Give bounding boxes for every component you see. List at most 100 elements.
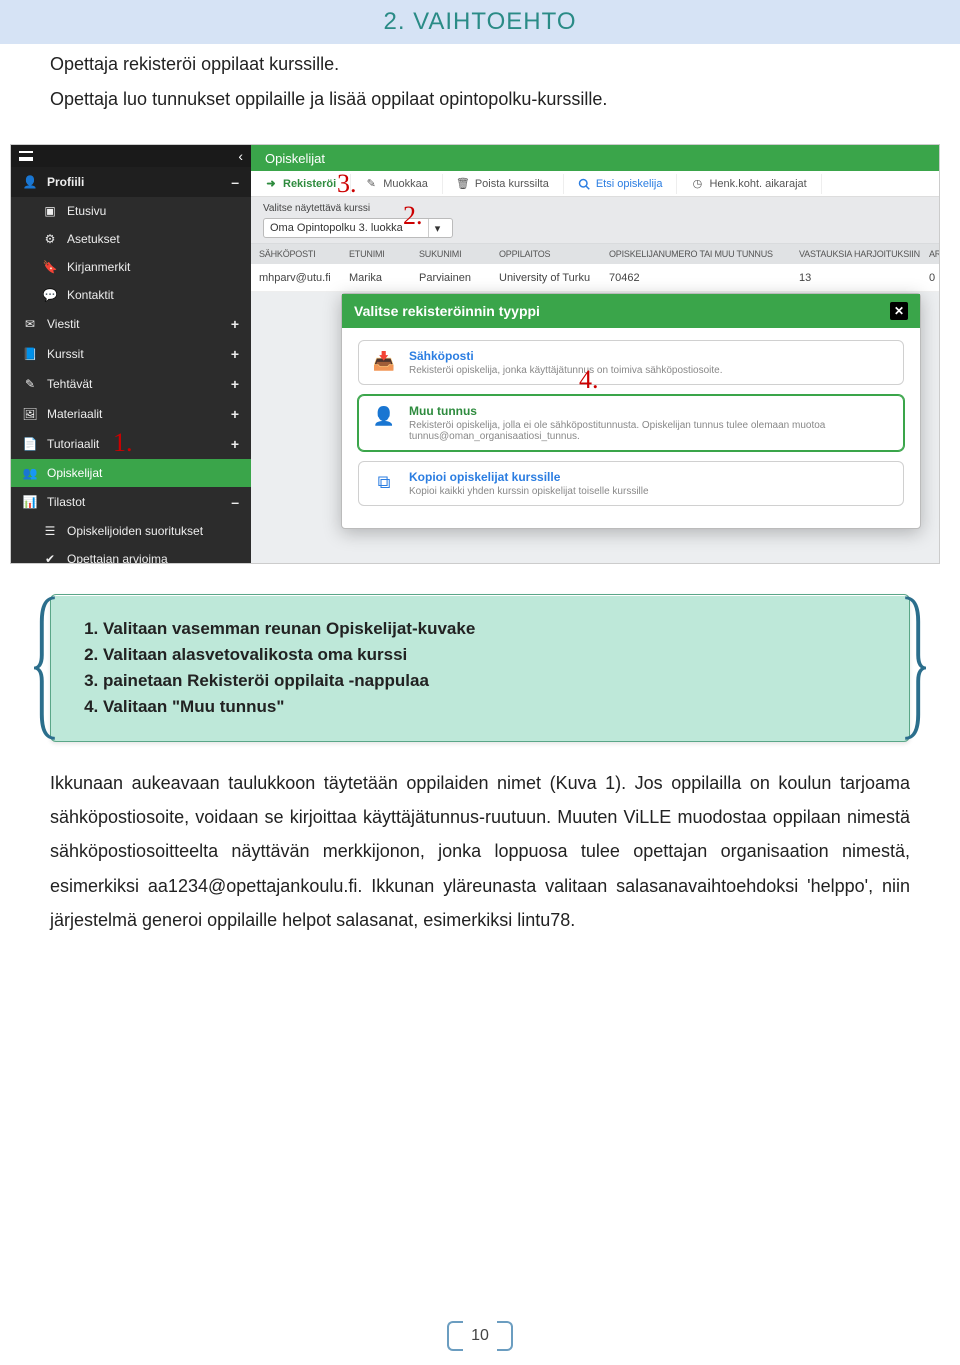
schedule-label: Henk.koht. aikarajat	[709, 178, 806, 190]
sidebar-item-kirjanmerkit[interactable]: 🔖Kirjanmerkit	[11, 253, 251, 281]
screenshot-figure: ‹ 👤 Profiili – ▣Etusivu ⚙ Asetukset 🔖Kirjanmer…	[10, 144, 940, 564]
sidebar-item-kurssit[interactable]: 📘 Kurssit +	[11, 339, 251, 369]
sidebar-item-label: Asetukset	[67, 232, 120, 246]
modal-close-button[interactable]: ✕	[890, 302, 908, 320]
step-2: Valitaan alasvetovalikosta oma kurssi	[103, 645, 881, 665]
option-email[interactable]: 📥 Sähköposti Rekisteröi opiskelija, jonk…	[358, 340, 904, 385]
option-other-id[interactable]: 👤 Muu tunnus Rekisteröi opiskelija, joll…	[358, 395, 904, 451]
schedule-button[interactable]: ◷ Henk.koht. aikarajat	[677, 174, 821, 194]
cell-last: Parviainen	[419, 272, 499, 284]
sidebar-item-label: Profiili	[47, 175, 84, 189]
steps-callout: Valitaan vasemman reunan Opiskelijat-kuv…	[50, 594, 910, 742]
table-header-row: SÄHKÖPOSTI ETUNIMI SUKUNIMI OPPILAITOS O…	[251, 244, 939, 264]
modal-header: Valitse rekisteröinnin tyyppi ✕	[342, 294, 920, 328]
expand-collapse-icon[interactable]: –	[231, 494, 239, 510]
modal-title: Valitse rekisteröinnin tyyppi	[354, 303, 540, 319]
course-select-value: Oma Opintopolku 3. luokka	[270, 222, 403, 234]
course-select-area: Valitse näytettävä kurssi Oma Opintopolk…	[251, 197, 939, 243]
book-icon: 📘	[23, 347, 37, 361]
modal-body: 📥 Sähköposti Rekisteröi opiskelija, jonk…	[342, 328, 920, 528]
course-select-label: Valitse näytettävä kurssi	[263, 203, 927, 214]
list-icon: ☰	[43, 524, 57, 538]
body-paragraph: Ikkunaan aukeavaan taulukkoon täytetään …	[0, 766, 960, 937]
sidebar-item-label: Kurssit	[47, 347, 84, 361]
option-email-desc: Rekisteröi opiskelija, jonka käyttäjätun…	[409, 365, 723, 376]
remove-button[interactable]: 🗑 Poista kurssilta	[443, 174, 564, 194]
col-email: SÄHKÖPOSTI	[259, 249, 349, 259]
section-heading: 2. VAIHTOEHTO	[383, 8, 576, 35]
left-brace-icon	[34, 594, 60, 742]
step-4: Valitaan "Muu tunnus"	[103, 697, 881, 717]
sidebar-item-asetukset[interactable]: ⚙ Asetukset	[11, 225, 251, 253]
sidebar-item-tilastot[interactable]: 📊Tilastot–	[11, 487, 251, 517]
dropdown-caret-icon: ▾	[428, 219, 446, 237]
page-number-wrap: 10	[0, 1327, 960, 1345]
user-icon: 👤	[23, 175, 37, 189]
expand-collapse-icon[interactable]: +	[231, 376, 239, 392]
students-table: SÄHKÖPOSTI ETUNIMI SUKUNIMI OPPILAITOS O…	[251, 243, 939, 292]
sidebar-item-label: Opiskelijoiden suoritukset	[67, 524, 203, 538]
mail-icon: ✉	[23, 317, 37, 331]
section-heading-banner: 2. VAIHTOEHTO	[0, 0, 960, 44]
option-copy-title: Kopioi opiskelijat kurssille	[409, 470, 649, 484]
expand-collapse-icon[interactable]: +	[231, 436, 239, 452]
intro-line1: Opettaja rekisteröi oppilaat kurssille.	[50, 54, 910, 75]
sidebar-item-label: Kontaktit	[67, 288, 114, 302]
sidebar-item-label: Opiskelijat	[47, 466, 102, 480]
sidebar-item-label: Tutoriaalit	[47, 437, 99, 451]
search-button[interactable]: Etsi opiskelija	[564, 174, 678, 194]
hamburger-icon[interactable]	[19, 151, 33, 161]
sidebar-item-viestit[interactable]: ✉Viestit+	[11, 309, 251, 339]
sidebar-item-tehtävät[interactable]: ✎Tehtävät+	[11, 369, 251, 399]
option-copy-desc: Kopioi kaikki yhden kurssin opiskelijat …	[409, 486, 649, 497]
register-icon: ➜	[265, 178, 277, 190]
sidebar-item-label: Etusivu	[67, 204, 106, 218]
sidebar-item-label: Tilastot	[47, 495, 85, 509]
expand-collapse-icon[interactable]: +	[231, 406, 239, 422]
option-other-title: Muu tunnus	[409, 404, 891, 418]
window-topbar: ‹	[11, 145, 251, 167]
content-header: Opiskelijat	[251, 145, 939, 171]
sidebar-item-label: Materiaalit	[47, 407, 102, 421]
option-email-title: Sähköposti	[409, 349, 723, 363]
sidebar-item-materiaalit[interactable]: 🖼Materiaalit+	[11, 399, 251, 429]
option-copy-students[interactable]: ⧉ Kopioi opiskelijat kurssille Kopioi ka…	[358, 461, 904, 506]
sidebar-item-opettajan-arvioima[interactable]: ✔Opettajan arvioima	[11, 545, 251, 564]
sidebar-item-opiskelijoiden-suoritukset[interactable]: ☰ Opiskelijoiden suoritukset	[11, 517, 251, 545]
sidebar-item-label: Tehtävät	[47, 377, 92, 391]
cell-first: Marika	[349, 272, 419, 284]
expand-collapse-icon[interactable]: +	[231, 316, 239, 332]
sidebar: 👤 Profiili – ▣Etusivu ⚙ Asetukset 🔖Kirjanmerki…	[11, 167, 251, 563]
steps-list: Valitaan vasemman reunan Opiskelijat-kuv…	[79, 619, 881, 717]
cell-email: mhparv@utu.fi	[259, 272, 349, 284]
sidebar-item-kontaktit[interactable]: 💬Kontaktit	[11, 281, 251, 309]
content-header-title: Opiskelijat	[265, 151, 325, 166]
register-label: Rekisteröi	[283, 178, 336, 190]
trash-icon: 🗑	[457, 178, 469, 190]
step-1: Valitaan vasemman reunan Opiskelijat-kuv…	[103, 619, 881, 639]
register-button[interactable]: ➜ Rekisteröi	[251, 174, 351, 194]
sidebar-item-opiskelijat[interactable]: 👥 Opiskelijat	[11, 459, 251, 487]
expand-collapse-icon[interactable]: –	[231, 174, 239, 190]
right-brace-icon	[900, 594, 926, 742]
option-other-desc: Rekisteröi opiskelija, jolla ei ole sähk…	[409, 420, 891, 442]
edit-button[interactable]: ✎ Muokkaa	[351, 174, 443, 194]
remove-label: Poista kurssilta	[475, 178, 549, 190]
sidebar-item-tutoriaalit[interactable]: 📄Tutoriaalit+	[11, 429, 251, 459]
edit-label: Muokkaa	[383, 178, 428, 190]
sidebar-item-etusivu[interactable]: ▣Etusivu	[11, 197, 251, 225]
table-row[interactable]: mhparv@utu.fi Marika Parviainen Universi…	[251, 264, 939, 292]
toolbar: ➜ Rekisteröi ✎ Muokkaa 🗑 Poista kurssilt…	[251, 171, 939, 197]
clock-icon: ◷	[691, 178, 703, 190]
search-label: Etsi opiskelija	[596, 178, 663, 190]
copy-icon: ⧉	[371, 470, 397, 497]
course-select-dropdown[interactable]: Oma Opintopolku 3. luokka ▾	[263, 218, 453, 238]
collapse-chevron-icon[interactable]: ‹	[238, 148, 243, 164]
col-last: SUKUNIMI	[419, 249, 499, 259]
gear-icon: ⚙	[43, 232, 57, 246]
col-answers: VASTAUKSIA HARJOITUKSIIN	[799, 249, 929, 259]
expand-collapse-icon[interactable]: +	[231, 346, 239, 362]
users-icon: 👥	[23, 466, 37, 480]
cell-ar: 0	[929, 272, 940, 284]
sidebar-item-profiili[interactable]: 👤 Profiili –	[11, 167, 251, 197]
